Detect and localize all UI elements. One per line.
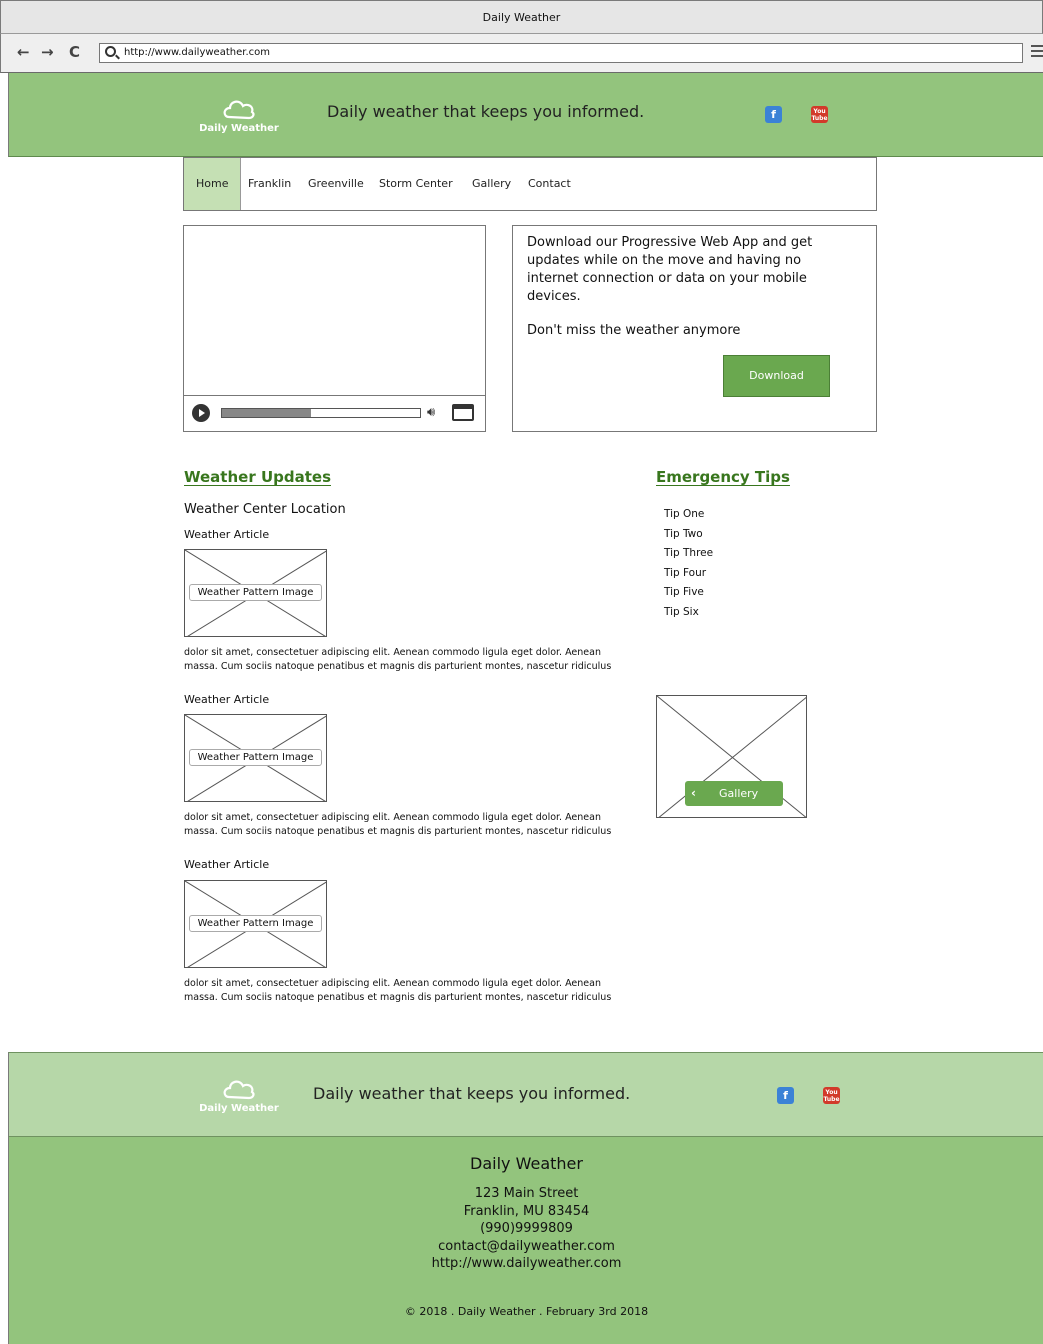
- pwa-tagline: Don't miss the weather anymore: [527, 323, 741, 338]
- search-icon: [105, 46, 116, 57]
- article-title[interactable]: Weather Article: [184, 858, 269, 871]
- tip-item[interactable]: Tip One: [664, 507, 713, 527]
- main-nav: Home Franklin Greenville Storm Center Ga…: [183, 157, 877, 211]
- footer-tagline: Daily weather that keeps you informed.: [313, 1084, 631, 1103]
- cloud-icon: [223, 100, 255, 120]
- pwa-promo: Download our Progressive Web App and get…: [512, 225, 877, 432]
- footer-contact: Daily Weather 123 Main Street Franklin, …: [8, 1137, 1043, 1344]
- address-bar[interactable]: http://www.dailyweather.com: [99, 43, 1023, 63]
- chevron-left-icon: ‹: [691, 786, 696, 800]
- footer-logo[interactable]: Daily Weather: [194, 1077, 284, 1114]
- logo-text: Daily Weather: [199, 123, 279, 134]
- article-body: dolor sit amet, consectetuer adipiscing …: [184, 812, 612, 837]
- weather-pattern-image: Weather Pattern Image: [184, 549, 327, 637]
- image-label: Weather Pattern Image: [189, 749, 322, 766]
- footer-logo-text: Daily Weather: [199, 1103, 279, 1114]
- header-tagline: Daily weather that keeps you informed.: [327, 102, 645, 121]
- nav-home[interactable]: Home: [184, 158, 242, 210]
- facebook-icon[interactable]: f: [765, 106, 782, 123]
- site-logo[interactable]: Daily Weather: [194, 97, 284, 134]
- footer-copyright: © 2018 . Daily Weather . February 3rd 20…: [404, 1305, 649, 1318]
- article-title[interactable]: Weather Article: [184, 528, 269, 541]
- gallery-image[interactable]: ‹ Gallery: [656, 695, 807, 818]
- browser-toolbar: ← → C http://www.dailyweather.com: [0, 34, 1043, 73]
- weather-center-location: Weather Center Location: [184, 502, 346, 517]
- footer-company-name: Daily Weather: [470, 1154, 583, 1173]
- download-button[interactable]: Download: [723, 355, 830, 397]
- nav-franklin[interactable]: Franklin: [248, 158, 291, 210]
- weather-updates-heading[interactable]: Weather Updates: [184, 468, 331, 486]
- window-title: Daily Weather: [0, 0, 1043, 34]
- play-icon[interactable]: [192, 404, 210, 422]
- tips-list: Tip One Tip Two Tip Three Tip Four Tip F…: [664, 507, 713, 624]
- emergency-tips-heading[interactable]: Emergency Tips: [656, 468, 790, 486]
- gallery-button-label: Gallery: [719, 787, 759, 800]
- address-bar-url: http://www.dailyweather.com: [124, 47, 270, 58]
- youtube-icon[interactable]: You Tube: [811, 106, 828, 123]
- site-header: Daily Weather Daily weather that keeps y…: [8, 73, 1043, 157]
- nav-storm-center[interactable]: Storm Center: [379, 158, 453, 210]
- image-label: Weather Pattern Image: [189, 584, 322, 601]
- video-player[interactable]: 🔊︎: [183, 225, 486, 432]
- video-progress-bar[interactable]: [221, 408, 421, 418]
- back-arrow-icon[interactable]: ←: [17, 43, 30, 61]
- reload-icon[interactable]: C: [69, 43, 80, 61]
- footer-website[interactable]: http://www.dailyweather.com: [9, 1255, 1043, 1273]
- menu-icon[interactable]: [1031, 45, 1043, 59]
- forward-arrow-icon[interactable]: →: [41, 43, 54, 61]
- tip-item[interactable]: Tip Five: [664, 585, 713, 605]
- footer-address-line2: Franklin, MU 83454: [463, 1203, 590, 1219]
- nav-contact[interactable]: Contact: [528, 158, 571, 210]
- tip-item[interactable]: Tip Four: [664, 566, 713, 586]
- youtube-icon[interactable]: You Tube: [823, 1087, 840, 1104]
- cloud-icon: [223, 1080, 255, 1100]
- volume-icon[interactable]: 🔊︎: [427, 405, 435, 420]
- article-body: dolor sit amet, consectetuer adipiscing …: [184, 978, 612, 1003]
- video-progress-fill: [222, 409, 312, 417]
- weather-pattern-image: Weather Pattern Image: [184, 880, 327, 968]
- pwa-description: Download our Progressive Web App and get…: [527, 235, 813, 304]
- article-body: dolor sit amet, consectetuer adipiscing …: [184, 647, 612, 672]
- tip-item[interactable]: Tip Two: [664, 527, 713, 547]
- weather-pattern-image: Weather Pattern Image: [184, 714, 327, 802]
- tip-item[interactable]: Tip Three: [664, 546, 713, 566]
- fullscreen-icon[interactable]: [452, 404, 474, 421]
- footer-email[interactable]: contact@dailyweather.com: [9, 1238, 1043, 1256]
- gallery-button[interactable]: ‹ Gallery: [685, 781, 783, 806]
- nav-gallery[interactable]: Gallery: [472, 158, 511, 210]
- footer-brand-bar: Daily Weather Daily weather that keeps y…: [8, 1052, 1043, 1137]
- footer-phone: (990)9999809: [480, 1221, 573, 1237]
- tip-item[interactable]: Tip Six: [664, 605, 713, 625]
- nav-greenville[interactable]: Greenville: [308, 158, 364, 210]
- facebook-icon[interactable]: f: [777, 1087, 794, 1104]
- footer-address-line1: 123 Main Street: [474, 1186, 579, 1201]
- video-controls: 🔊︎: [184, 395, 485, 431]
- article-title[interactable]: Weather Article: [184, 693, 269, 706]
- image-label: Weather Pattern Image: [189, 915, 322, 932]
